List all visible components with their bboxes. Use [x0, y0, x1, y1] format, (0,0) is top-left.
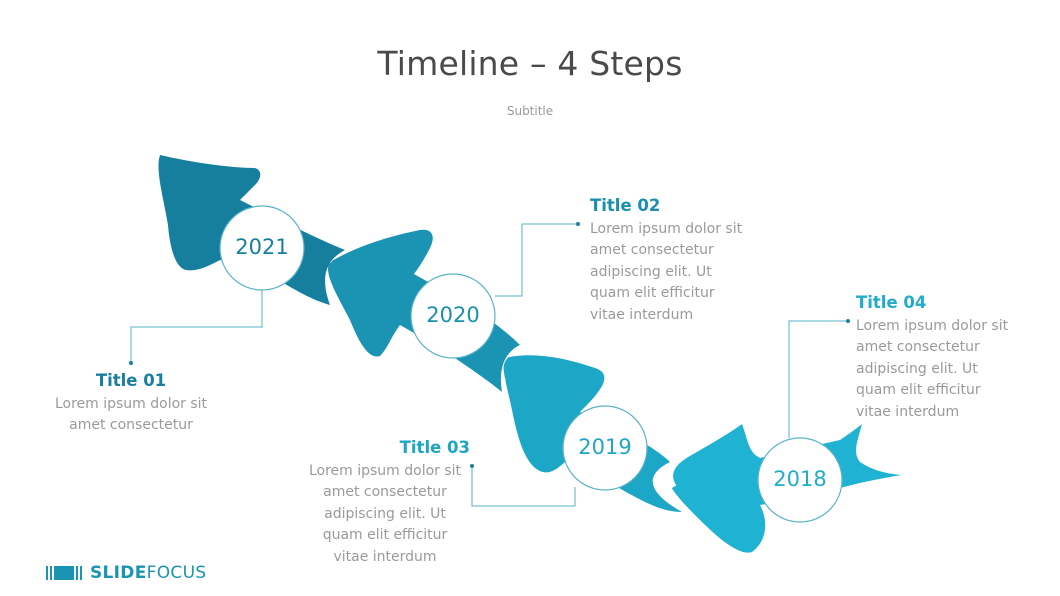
connector-dot-2018	[846, 319, 850, 323]
step-body-line: adipiscing elit. Ut	[590, 263, 712, 280]
step-body-line: vitae interdum	[856, 403, 960, 420]
connector-dot-2019	[470, 464, 474, 468]
step-body-line: amet consectetur	[323, 484, 447, 500]
connector-dot-2020	[576, 222, 580, 226]
year-label-2021: 2021	[235, 235, 289, 259]
step-block-03: Title 03 Lorem ipsum dolor sit amet cons…	[300, 437, 470, 568]
step-block-02: Title 02 Lorem ipsum dolor sit amet cons…	[590, 195, 760, 326]
step-body-line: Lorem ipsum dolor sit	[54, 395, 208, 412]
step-body-line: Lorem ipsum dolor sit	[590, 220, 743, 237]
step-body-line: amet consectetur	[590, 242, 714, 258]
step-body-line: vitae interdum	[333, 548, 437, 565]
year-label-2019: 2019	[578, 435, 632, 459]
step-body-line: Lorem ipsum dolor sit	[308, 462, 462, 479]
step-body-line: amet consectetur	[856, 339, 980, 355]
step-body-line: adipiscing elit. Ut	[856, 360, 978, 377]
step-body-line: vitae interdum	[590, 306, 694, 323]
step-body-line: Lorem ipsum dolor sit	[856, 317, 1009, 334]
logo-light: FOCUS	[146, 563, 207, 583]
step-title-02: Title 02	[590, 196, 661, 215]
slidefocus-logo: SLIDEFOCUS	[46, 563, 206, 583]
film-strip-icon	[46, 566, 82, 580]
step-body-line: quam elit efficitur	[590, 285, 715, 301]
step-body-line: quam elit efficitur	[322, 527, 448, 543]
step-title-04: Title 04	[856, 293, 927, 312]
logo-wordmark: SLIDEFOCUS	[90, 563, 206, 583]
step-body-line: amet consectetur	[69, 417, 193, 433]
connector-dot-2021	[129, 361, 133, 365]
step-body-line: adipiscing elit. Ut	[324, 505, 446, 522]
year-label-2020: 2020	[426, 303, 480, 327]
connector-2019	[471, 466, 576, 507]
connector-2021	[130, 290, 263, 362]
step-body-line: quam elit efficitur	[856, 382, 981, 398]
step-title-03: Title 03	[399, 438, 470, 457]
year-label-2018: 2018	[773, 467, 827, 491]
step-block-04: Title 04 Lorem ipsum dolor sit amet cons…	[856, 292, 1026, 423]
logo-bold: SLIDE	[90, 563, 147, 583]
connector-2018	[788, 320, 848, 438]
connector-2020	[495, 223, 578, 297]
step-block-01: Title 01 Lorem ipsum dolor sit amet cons…	[40, 370, 222, 437]
step-title-01: Title 01	[95, 371, 167, 390]
